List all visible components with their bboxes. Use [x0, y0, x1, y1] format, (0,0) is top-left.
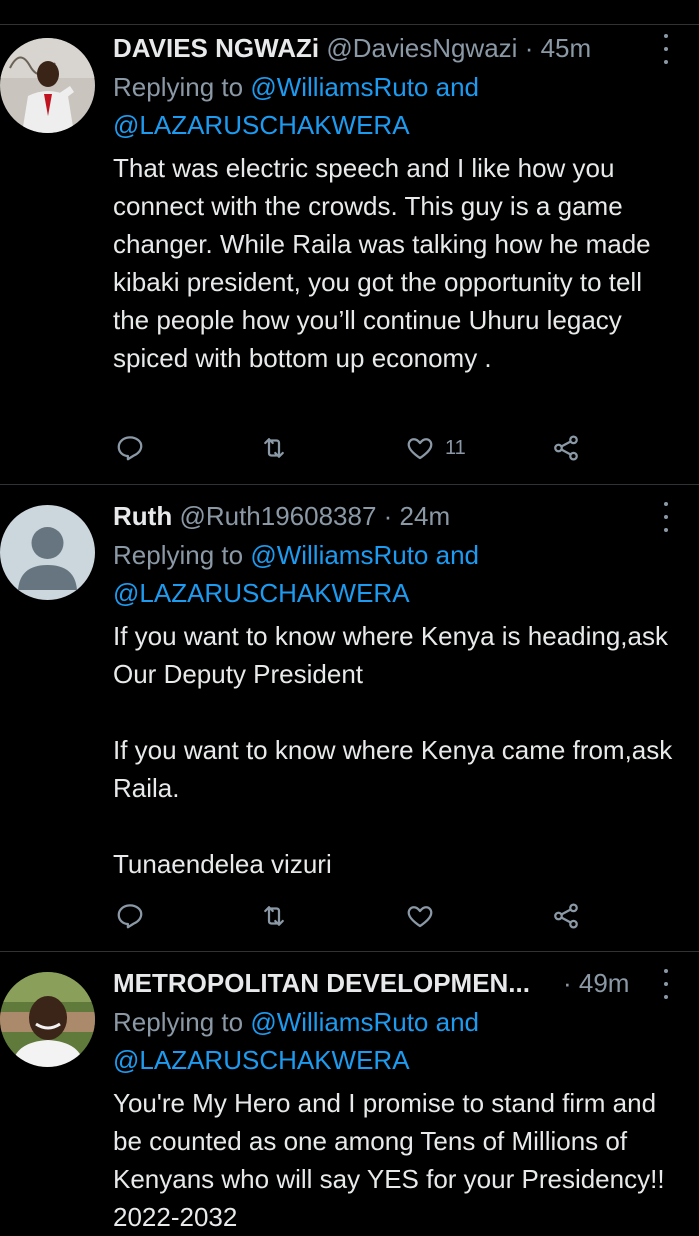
like-button[interactable] [405, 899, 445, 933]
retweet-button[interactable] [259, 431, 289, 465]
replying-prefix: Replying to [113, 540, 251, 570]
avatar[interactable] [0, 972, 95, 1067]
mention-link[interactable]: @WilliamsRuto and [250, 72, 479, 102]
timestamp[interactable]: · 24m [384, 501, 450, 531]
replying-prefix: Replying to [113, 72, 251, 102]
mention-link-2[interactable]: @LAZARUSCHAKWERA [113, 578, 410, 608]
share-icon [554, 435, 578, 461]
timestamp[interactable]: · 45m [525, 33, 591, 63]
retweet-icon [264, 438, 284, 458]
display-name[interactable]: METROPOLITAN DEVELOPMEN... [113, 968, 530, 998]
like-count: 11 [445, 436, 466, 459]
tweet-header: Ruth @Ruth19608387 · 24m [113, 498, 699, 534]
tweet-header: METROPOLITAN DEVELOPMEN... · 49m [113, 965, 699, 1001]
avatar-photo-icon [0, 972, 95, 1067]
more-icon[interactable] [661, 502, 671, 532]
tweet-text: That was electric speech and I like how … [113, 153, 658, 373]
like-icon [407, 438, 433, 460]
mention-link-2[interactable]: @LAZARUSCHAKWERA [113, 110, 410, 140]
more-icon[interactable] [661, 34, 671, 64]
reply-button[interactable] [115, 431, 145, 465]
user-handle[interactable]: @Ruth19608387 [179, 501, 376, 531]
tweet-header: DAVIES NGWAZi @DaviesNgwazi · 45m [113, 30, 699, 66]
replying-to: Replying to @WilliamsRuto and @LAZARUSCH… [113, 536, 479, 612]
mention-link[interactable]: @WilliamsRuto and [250, 1007, 479, 1037]
replying-to: Replying to @WilliamsRuto and @LAZARUSCH… [113, 68, 479, 144]
replying-prefix: Replying to [113, 1007, 251, 1037]
tweet-3[interactable]: METROPOLITAN DEVELOPMEN... · 49m Replyin… [0, 952, 699, 1232]
action-bar: 11 [113, 431, 613, 465]
reply-icon [117, 436, 143, 461]
display-name[interactable]: DAVIES NGWAZi [113, 33, 319, 63]
timestamp[interactable]: · 49m [563, 965, 629, 1001]
tweet-text: You're My Hero and I promise to stand fi… [113, 1088, 672, 1232]
action-bar [113, 899, 613, 933]
display-name[interactable]: Ruth [113, 501, 172, 531]
tweet-1[interactable]: DAVIES NGWAZi @DaviesNgwazi · 45m Replyi… [0, 0, 699, 484]
reply-button[interactable] [115, 899, 145, 933]
avatar-photo-icon [0, 38, 95, 133]
mention-link[interactable]: @WilliamsRuto and [250, 540, 479, 570]
share-button[interactable] [551, 431, 581, 465]
share-icon [554, 903, 578, 929]
tweet-text: If you want to know where Kenya is headi… [113, 621, 673, 879]
like-button[interactable]: 11 [405, 431, 466, 465]
user-handle[interactable]: @DaviesNgwazi [326, 33, 517, 63]
mention-link-2[interactable]: @LAZARUSCHAKWERA [113, 1045, 410, 1075]
more-icon[interactable] [661, 969, 671, 999]
retweet-button[interactable] [259, 899, 289, 933]
reply-icon [117, 904, 143, 929]
share-button[interactable] [551, 899, 581, 933]
like-icon [407, 906, 433, 928]
avatar[interactable] [0, 38, 95, 133]
avatar[interactable] [0, 505, 95, 600]
default-profile-icon [0, 505, 95, 600]
tweet-2[interactable]: Ruth @Ruth19608387 · 24m Replying to @Wi… [0, 485, 699, 951]
replying-to: Replying to @WilliamsRuto and @LAZARUSCH… [113, 1003, 479, 1079]
retweet-icon [264, 906, 284, 926]
